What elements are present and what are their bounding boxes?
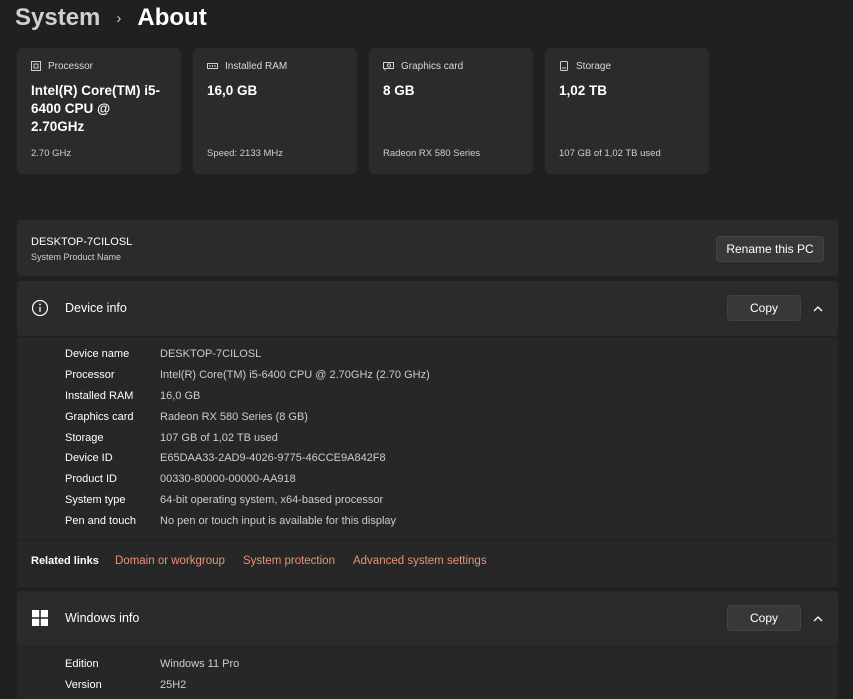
- ram-card: Installed RAM 16,0 GB Speed: 2133 MHz: [193, 48, 357, 174]
- device-info-value: 64-bit operating system, x64-based proce…: [160, 493, 384, 506]
- device-info-value: 16,0 GB: [160, 389, 201, 402]
- pc-product-name: System Product Name: [31, 252, 122, 262]
- storage-card-label: Storage: [576, 60, 612, 72]
- device-info-row: Product ID 00330-80000-00000-AA918: [65, 469, 430, 490]
- device-info-value: Intel(R) Core(TM) i5-6400 CPU @ 2.70GHz …: [160, 369, 430, 382]
- device-info-row: System type 64-bit operating system, x64-…: [65, 490, 430, 511]
- related-links-label: Related links: [31, 555, 99, 567]
- ram-card-sub: Speed: 2133 MHz: [207, 148, 284, 159]
- device-info-key: System type: [65, 493, 126, 506]
- graphics-card-icon: [383, 61, 394, 70]
- device-info-row: Graphics card Radeon RX 580 Series (8 GB): [65, 406, 430, 427]
- storage-icon: [560, 61, 568, 71]
- processor-card: Processor Intel(R) Core(TM) i5-6400 CPU …: [17, 48, 181, 174]
- device-info-value: 00330-80000-00000-AA918: [160, 473, 296, 486]
- device-info-key: Device ID: [65, 452, 113, 465]
- windows-info-key: Edition: [65, 658, 99, 671]
- about-page: System › About Processor Intel(R) Core(T…: [0, 0, 853, 699]
- device-info-row: Pen and touch No pen or touch input is av…: [65, 510, 430, 531]
- processor-card-value: Intel(R) Core(TM) i5-6400 CPU @ 2.70GHz: [31, 83, 160, 134]
- rename-pc-button[interactable]: Rename this PC: [716, 236, 824, 262]
- device-info-row: Device name DESKTOP-7CILOSL: [65, 344, 430, 365]
- device-info-title: Device info: [65, 301, 127, 315]
- chevron-up-icon[interactable]: [811, 612, 825, 626]
- device-info-key: Processor: [65, 369, 115, 382]
- storage-card-sub: 107 GB of 1,02 TB used: [559, 148, 661, 159]
- device-info-key: Graphics card: [65, 410, 134, 423]
- breadcrumb-system[interactable]: System: [15, 4, 100, 32]
- processor-card-label: Processor: [48, 60, 94, 72]
- processor-card-sub: 2.70 GHz: [31, 148, 72, 159]
- pc-name: DESKTOP-7CILOSL: [31, 236, 133, 248]
- windows-info-value: Windows 11 Pro: [160, 658, 240, 671]
- related-links: Domain or workgroup System protection Ad…: [115, 540, 487, 583]
- device-info-row: Storage 107 GB of 1,02 TB used: [65, 427, 430, 448]
- windows-logo-icon: [32, 610, 48, 626]
- graphics-card: Graphics card 8 GB Radeon RX 580 Series: [369, 48, 533, 174]
- breadcrumb: System › About: [15, 2, 207, 34]
- device-info-key: Device name: [65, 348, 130, 361]
- spec-cards: Processor Intel(R) Core(TM) i5-6400 CPU …: [17, 48, 709, 174]
- page-title: About: [137, 4, 207, 31]
- device-info-value: No pen or touch input is available for t…: [160, 514, 397, 527]
- windows-info-key: Version: [65, 679, 102, 692]
- device-info-list: Device name DESKTOP-7CILOSL Processor Inte…: [65, 344, 430, 531]
- device-info-value: E65DAA33-2AD9-4026-9775-46CCE9A842F8: [160, 452, 386, 465]
- related-links-bar: Related links Domain or workgroup System…: [17, 540, 838, 587]
- graphics-card-value: 8 GB: [383, 83, 415, 98]
- device-info-row: Processor Intel(R) Core(TM) i5-6400 CPU @…: [65, 365, 430, 386]
- device-info-key: Pen and touch: [65, 514, 136, 527]
- pc-name-row: DESKTOP-7CILOSL System Product Name Rena…: [17, 220, 838, 276]
- breadcrumb-separator: ›: [116, 9, 122, 27]
- storage-card-value: 1,02 TB: [559, 83, 608, 98]
- domain-workgroup-link[interactable]: Domain or workgroup: [115, 540, 225, 583]
- system-protection-link[interactable]: System protection: [243, 540, 335, 583]
- advanced-system-settings-link[interactable]: Advanced system settings: [353, 540, 487, 583]
- device-info-key: Installed RAM: [65, 389, 134, 402]
- graphics-card-sub: Radeon RX 580 Series: [383, 148, 481, 159]
- windows-info-row: Version 25H2: [65, 675, 239, 696]
- device-info-header[interactable]: Device info Copy: [17, 281, 838, 336]
- ram-card-value: 16,0 GB: [207, 83, 258, 98]
- chevron-up-icon[interactable]: [811, 302, 825, 316]
- device-info-row: Installed RAM 16,0 GB: [65, 386, 430, 407]
- device-info-body: Device name DESKTOP-7CILOSL Processor Inte…: [17, 337, 838, 539]
- windows-info-row: Edition Windows 11 Pro: [65, 654, 239, 675]
- ram-card-label: Installed RAM: [225, 60, 288, 72]
- windows-info-list: Edition Windows 11 Pro Version 25H2: [65, 654, 239, 696]
- ram-icon: [207, 62, 218, 69]
- storage-card: Storage 1,02 TB 107 GB of 1,02 TB used: [545, 48, 709, 174]
- device-info-value: DESKTOP-7CILOSL: [160, 348, 262, 361]
- graphics-card-label: Graphics card: [401, 60, 464, 72]
- windows-info-header[interactable]: Windows info Copy: [17, 591, 838, 646]
- windows-info-body: Edition Windows 11 Pro Version 25H2: [17, 647, 838, 699]
- device-info-value: Radeon RX 580 Series (8 GB): [160, 410, 308, 423]
- device-info-key: Storage: [65, 431, 104, 444]
- device-info-row: Device ID E65DAA33-2AD9-4026-9775-46CCE9A…: [65, 448, 430, 469]
- device-info-value: 107 GB of 1,02 TB used: [160, 431, 278, 444]
- windows-info-copy-button[interactable]: Copy: [727, 605, 801, 631]
- windows-info-title: Windows info: [65, 611, 140, 625]
- processor-icon: [31, 61, 41, 71]
- device-info-key: Product ID: [65, 473, 117, 486]
- device-info-copy-button[interactable]: Copy: [727, 295, 801, 321]
- info-icon: [31, 299, 49, 317]
- windows-info-value: 25H2: [160, 679, 187, 692]
